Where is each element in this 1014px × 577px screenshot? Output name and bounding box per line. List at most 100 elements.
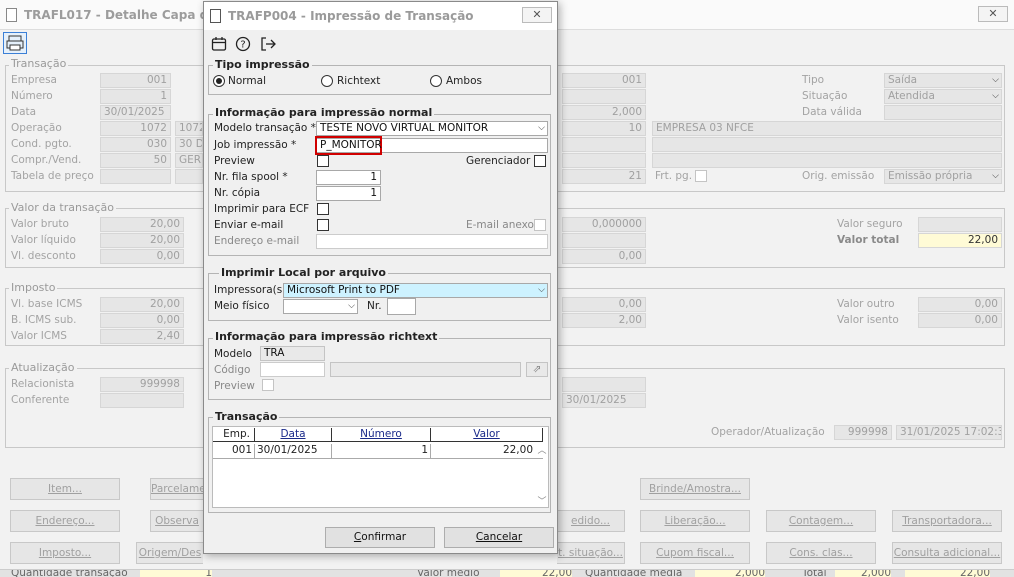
operacao-desc-field[interactable]: 1072 — [175, 121, 203, 136]
parcelamento-button[interactable]: Parcelame — [150, 478, 206, 500]
table-row[interactable]: 001 30/01/2025 1 22,00 — [213, 443, 543, 459]
pedido-button[interactable]: edido... — [557, 510, 625, 532]
nr-copia-field[interactable]: 1 — [316, 186, 381, 201]
rich-modelo-field[interactable]: TRA — [260, 346, 325, 361]
rich-codigo-field[interactable] — [260, 362, 325, 377]
dialog-close-button[interactable]: ✕ — [522, 7, 552, 23]
data-field[interactable]: 30/01/2025 — [100, 105, 171, 120]
right-blank-field-2[interactable] — [562, 137, 646, 152]
right-code-field[interactable]: 10 — [562, 121, 646, 136]
cond-pgto-field[interactable]: 030 — [100, 137, 171, 152]
operador-field[interactable]: 999998 — [834, 425, 892, 440]
right-blank-field-5[interactable] — [652, 153, 1002, 168]
right-blank-field[interactable] — [562, 89, 646, 104]
gerenciador-checkbox[interactable] — [534, 155, 546, 167]
email-anexo-checkbox[interactable] — [534, 219, 546, 231]
cancelar-button[interactable]: Cancelar — [444, 527, 554, 548]
rich-preview-checkbox[interactable] — [262, 379, 274, 391]
observacao-button[interactable]: Observa — [150, 510, 203, 532]
scroll-down-icon[interactable]: ﹀ — [536, 494, 548, 507]
item-button[interactable]: Item... — [10, 478, 120, 500]
consulta-adicional-button[interactable]: Consulta adicional... — [892, 542, 1002, 564]
exit-icon[interactable] — [260, 36, 276, 52]
valor-total-field[interactable]: 22,00 — [918, 233, 1002, 248]
empresa-field[interactable]: 001 — [100, 73, 171, 88]
column-data[interactable]: Data — [255, 428, 332, 442]
frt-pg-checkbox[interactable] — [695, 170, 707, 182]
right-valor-zero[interactable]: 0,00 — [562, 249, 646, 264]
print-button[interactable] — [3, 32, 27, 54]
cons-clas-button[interactable]: Cons. clas... — [766, 542, 876, 564]
cond-pgto-desc-field[interactable]: 30 D — [175, 137, 203, 152]
imposto-button[interactable]: Imposto... — [10, 542, 120, 564]
column-emp[interactable]: Emp. — [213, 428, 255, 442]
valor-bruto-field[interactable]: 20,00 — [100, 217, 184, 232]
table-scrollbar[interactable]: ︿ ﹀ — [536, 443, 548, 507]
situacao-select[interactable]: Atendida ⌵ — [884, 89, 1002, 104]
right-empresa-field[interactable]: 001 — [562, 73, 646, 88]
calendar-icon[interactable] — [211, 36, 227, 52]
origem-destino-button[interactable]: Origem/Des — [136, 542, 203, 564]
rich-search-button[interactable]: ⇗ — [526, 362, 548, 377]
data-operador-field[interactable]: 31/01/2025 17:02:35 — [896, 425, 1002, 440]
operacao-field[interactable]: 1072 — [100, 121, 171, 136]
right-quantity-field[interactable]: 2,000 — [562, 105, 646, 120]
valor-outro-field[interactable]: 0,00 — [918, 297, 1002, 312]
right-valor-blank[interactable] — [562, 233, 646, 248]
empresa-nome-field[interactable]: EMPRESA 03 NFCE — [652, 121, 1002, 136]
confirmar-button[interactable]: Confirmar — [325, 527, 435, 548]
tabela-preco-desc-field[interactable] — [175, 169, 203, 184]
valor-group-label: Valor da transação — [9, 201, 116, 214]
right-imposto-zero[interactable]: 0,00 — [562, 297, 646, 312]
fila-spool-field[interactable]: 1 — [316, 170, 381, 185]
liberacao-button[interactable]: Liberação... — [640, 510, 750, 532]
right-21-field[interactable]: 21 — [562, 169, 646, 184]
nr-field[interactable] — [387, 298, 416, 315]
conferente-field[interactable] — [100, 393, 184, 408]
richtext-radio[interactable] — [321, 75, 333, 87]
valor-seguro-field[interactable] — [918, 217, 1002, 232]
transportadora-button[interactable]: Transportadora... — [892, 510, 1002, 532]
right-blank-field-4[interactable] — [562, 153, 646, 168]
relacionista-field[interactable]: 999998 — [100, 377, 184, 392]
icms-sub-field[interactable]: 0,00 — [100, 313, 184, 328]
column-numero[interactable]: Número — [332, 428, 431, 442]
rich-codigo-desc-field[interactable] — [330, 362, 521, 377]
background-close-button[interactable]: ✕ — [978, 6, 1008, 22]
valor-icms-field[interactable]: 2,40 — [100, 329, 184, 344]
right-blank-field-3[interactable] — [652, 137, 1002, 152]
data-valida-field[interactable] — [884, 105, 1002, 120]
tipo-select[interactable]: Saída ⌵ — [884, 73, 1002, 88]
ambos-radio[interactable] — [430, 75, 442, 87]
help-icon[interactable]: ? — [235, 36, 251, 52]
compr-vend-desc-field[interactable]: GER — [175, 153, 203, 168]
orig-emissao-select[interactable]: Emissão própria ⌵ — [884, 169, 1002, 184]
normal-radio[interactable] — [213, 75, 225, 87]
endereco-button[interactable]: Endereço... — [10, 510, 120, 532]
valor-isento-field[interactable]: 0,00 — [918, 313, 1002, 328]
endereco-email-field[interactable] — [316, 234, 548, 249]
modelo-transacao-select[interactable]: TESTE NOVO VIRTUAL MONITOR ⌵ — [316, 121, 548, 136]
data-atualizacao-field[interactable]: 30/01/2025 — [562, 393, 646, 408]
alterar-situacao-button[interactable]: t. situação... — [557, 542, 625, 564]
compr-vend-field[interactable]: 50 — [100, 153, 171, 168]
chevron-down-icon: ⌵ — [992, 75, 999, 85]
valor-liquido-field[interactable]: 20,00 — [100, 233, 184, 248]
right-atualizacao-blank[interactable] — [562, 377, 646, 392]
right-imposto-200[interactable]: 2,00 — [562, 313, 646, 328]
meio-fisico-select[interactable]: ⌵ — [283, 299, 358, 314]
imprimir-ecf-checkbox[interactable] — [317, 203, 329, 215]
scroll-up-icon[interactable]: ︿ — [536, 443, 548, 456]
impressora-select[interactable]: Microsoft Print to PDF ⌵ — [283, 283, 548, 298]
taxa-field[interactable]: 0,000000 — [562, 217, 646, 232]
numero-field[interactable]: 1 — [100, 89, 171, 104]
brinde-amostra-button[interactable]: Brinde/Amostra... — [640, 478, 750, 500]
enviar-email-checkbox[interactable] — [317, 219, 329, 231]
contagem-button[interactable]: Contagem... — [766, 510, 876, 532]
column-valor[interactable]: Valor — [431, 428, 543, 442]
tabela-preco-field[interactable] — [100, 169, 171, 184]
preview-checkbox[interactable] — [317, 155, 329, 167]
valor-desconto-field[interactable]: 0,00 — [100, 249, 184, 264]
base-icms-field[interactable]: 20,00 — [100, 297, 184, 312]
cupom-fiscal-button[interactable]: Cupom fiscal... — [640, 542, 750, 564]
